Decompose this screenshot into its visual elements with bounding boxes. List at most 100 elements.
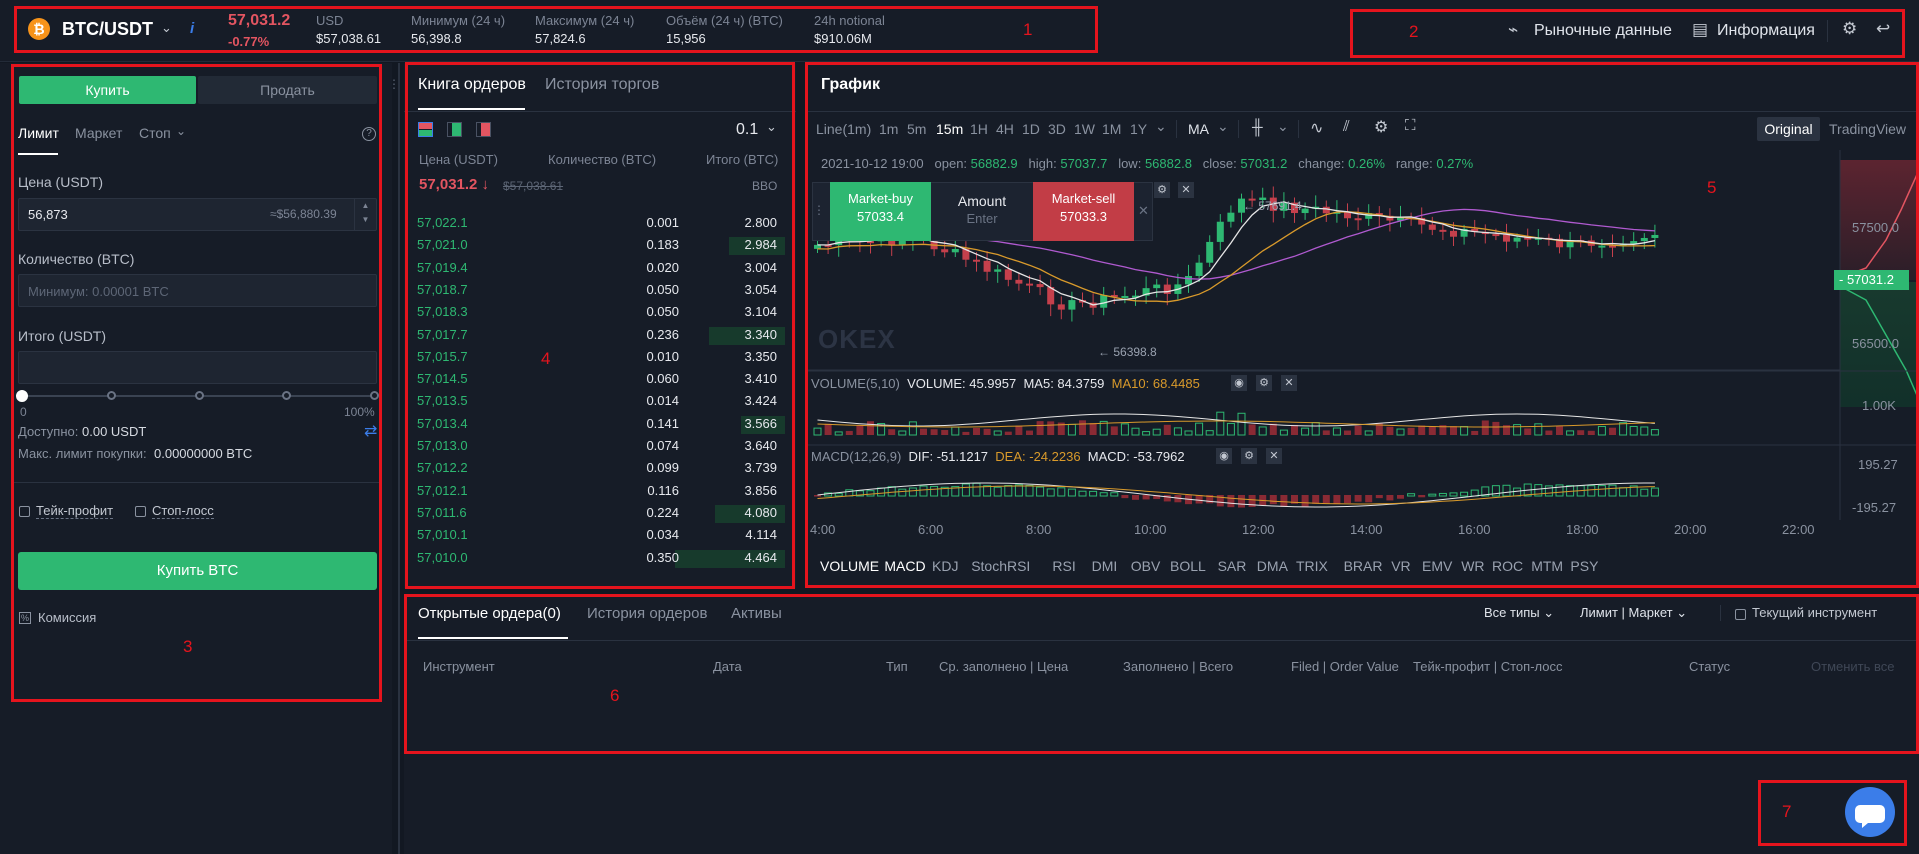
indicator-tab-dmi[interactable]: DMI [1092, 558, 1118, 574]
drag-handle-icon[interactable]: ⋮ [813, 203, 825, 217]
orderbook-row[interactable]: 57,010.0 0.350 4.464 [415, 549, 785, 568]
indicator-tab-mtm[interactable]: MTM [1531, 558, 1563, 574]
slider-stop-50[interactable] [195, 391, 204, 400]
commission-link[interactable]: Комиссия [38, 610, 96, 625]
tab-order-history[interactable]: История ордеров [587, 605, 707, 622]
tab-orderbook[interactable]: Книга ордеров [418, 76, 526, 94]
ma-select[interactable]: MA [1188, 121, 1209, 137]
orderbook-row[interactable]: 57,021.0 0.183 2.984 [415, 237, 785, 256]
chevron-down-icon[interactable]: ⌄ [1155, 118, 1167, 135]
orderbook-row[interactable]: 57,011.6 0.224 4.080 [415, 504, 785, 523]
tab-limit[interactable]: Лимит [18, 125, 59, 141]
indicator-tab-dma[interactable]: DMA [1257, 558, 1288, 574]
candlestick-icon[interactable]: ╫ [1252, 119, 1263, 136]
timeframe-15m[interactable]: 15m [936, 121, 963, 137]
slider-stop-25[interactable] [107, 391, 116, 400]
close-icon[interactable]: ✕ [1138, 203, 1149, 219]
orderbook-row[interactable]: 57,014.5 0.060 3.410 [415, 371, 785, 389]
indicator-tab-kdj[interactable]: KDJ [932, 558, 958, 574]
close-icon[interactable]: ✕ [1266, 448, 1282, 464]
view-asks-icon[interactable] [476, 122, 491, 137]
view-both-icon[interactable] [418, 122, 433, 137]
drag-handle-icon[interactable]: ⋮ [388, 77, 400, 91]
orderbook-row[interactable]: 57,015.7 0.010 3.350 [415, 349, 785, 367]
fullscreen-icon[interactable]: ⛶ [1405, 117, 1416, 134]
view-original-button[interactable]: Original [1757, 117, 1820, 141]
orderbook-row[interactable]: 57,012.2 0.099 3.739 [415, 460, 785, 478]
timeframe-4h[interactable]: 4H [996, 121, 1014, 137]
current-instrument-checkbox[interactable] [1735, 609, 1746, 620]
indicator-tab-vr[interactable]: VR [1391, 558, 1410, 574]
chevron-down-icon[interactable]: ⌄ [176, 124, 186, 138]
orderbook-row[interactable]: 57,018.3 0.050 3.104 [415, 304, 785, 322]
timeframe-1mo[interactable]: 1M [1102, 121, 1121, 137]
indicator-tab-macd[interactable]: MACD [884, 558, 925, 574]
timeframe-1d[interactable]: 1D [1022, 121, 1040, 137]
timeframe-5m[interactable]: 5m [907, 121, 926, 137]
pair-selector[interactable]: BTC/USDT [62, 19, 153, 40]
tab-assets[interactable]: Активы [731, 605, 782, 622]
tab-open-orders[interactable]: Открытые ордера(0) [418, 605, 561, 622]
eye-icon[interactable]: ◉ [1231, 375, 1247, 391]
undo-icon[interactable]: ↩ [1876, 19, 1890, 39]
timeframe-1w[interactable]: 1W [1074, 121, 1095, 137]
chat-button[interactable] [1845, 787, 1895, 837]
orderbook-row[interactable]: 57,022.1 0.001 2.800 [415, 215, 785, 233]
tab-market[interactable]: Маркет [75, 125, 122, 141]
drawing-tool-icon[interactable]: ⫽ [1343, 118, 1350, 135]
stop-loss-checkbox[interactable] [135, 506, 146, 517]
indicator-tab-rsi[interactable]: RSI [1052, 558, 1075, 574]
gear-icon[interactable]: ⚙ [1154, 182, 1170, 198]
total-input[interactable] [18, 351, 377, 384]
view-tradingview-button[interactable]: TradingView [1829, 121, 1906, 137]
indicator-tab-trix[interactable]: TRIX [1296, 558, 1328, 574]
help-icon[interactable]: ? [362, 127, 376, 141]
transfer-icon[interactable]: ⇄ [364, 421, 377, 441]
orderbook-row[interactable]: 57,012.1 0.116 3.856 [415, 483, 785, 501]
tab-stop[interactable]: Стоп [139, 125, 171, 141]
market-sell-button[interactable]: Market-sell 57033.3 [1033, 182, 1134, 241]
filter-types-select[interactable]: Все типы ⌄ [1484, 605, 1554, 621]
gear-icon[interactable]: ⚙ [1842, 19, 1857, 39]
indicator-tab-boll[interactable]: BOLL [1170, 558, 1206, 574]
cancel-all-button[interactable]: Отменить все [1811, 659, 1895, 674]
current-instrument-label[interactable]: Текущий инструмент [1752, 605, 1877, 620]
orderbook-row[interactable]: 57,013.4 0.141 3.566 [415, 415, 785, 434]
slider-handle[interactable] [16, 390, 28, 402]
timeframe-1h[interactable]: 1H [970, 121, 988, 137]
indicator-tab-obv[interactable]: OBV [1131, 558, 1161, 574]
indicator-icon[interactable]: ∿ [1310, 118, 1323, 138]
gear-icon[interactable]: ⚙ [1241, 448, 1257, 464]
info-link[interactable]: Информация [1717, 22, 1815, 40]
indicator-tab-roc[interactable]: ROC [1492, 558, 1523, 574]
eye-icon[interactable]: ◉ [1216, 448, 1232, 464]
buy-btc-button[interactable]: Купить BTC [18, 552, 377, 590]
orderbook-row[interactable]: 57,013.0 0.074 3.640 [415, 438, 785, 456]
chevron-down-icon[interactable]: ⌄ [161, 20, 172, 36]
precision-select[interactable]: 0.1 [736, 121, 758, 139]
slider-stop-75[interactable] [282, 391, 291, 400]
timeframe-3d[interactable]: 3D [1048, 121, 1066, 137]
price-stepper[interactable]: ▲ ▼ [354, 199, 376, 230]
market-buy-button[interactable]: Market-buy 57033.4 [830, 182, 931, 241]
tab-trade-history[interactable]: История торгов [545, 76, 659, 94]
timeframe-1m[interactable]: 1m [879, 121, 898, 137]
indicator-tab-stochrsi[interactable]: StochRSI [971, 558, 1030, 574]
view-bids-icon[interactable] [447, 122, 462, 137]
buy-tab[interactable]: Купить [19, 76, 196, 104]
orderbook-row[interactable]: 57,010.1 0.034 4.114 [415, 527, 785, 545]
indicator-tab-sar[interactable]: SAR [1218, 558, 1247, 574]
take-profit-checkbox[interactable] [19, 506, 30, 517]
amount-input[interactable]: Amount Enter [931, 182, 1033, 241]
indicator-tab-brar[interactable]: BRAR [1344, 558, 1383, 574]
take-profit-label[interactable]: Тейк-профит [36, 503, 114, 519]
orderbook-row[interactable]: 57,013.5 0.014 3.424 [415, 393, 785, 411]
indicator-tab-wr[interactable]: WR [1461, 558, 1484, 574]
bbo-label[interactable]: BBO [752, 179, 777, 193]
timeframe-1y[interactable]: 1Y [1130, 121, 1147, 137]
stop-loss-label[interactable]: Стоп-лосс [152, 503, 214, 519]
orderbook-row[interactable]: 57,017.7 0.236 3.340 [415, 326, 785, 345]
slider-stop-100[interactable] [370, 391, 379, 400]
market-data-link[interactable]: Рыночные данные [1534, 22, 1672, 40]
chevron-down-icon[interactable]: ⌄ [1277, 118, 1289, 135]
